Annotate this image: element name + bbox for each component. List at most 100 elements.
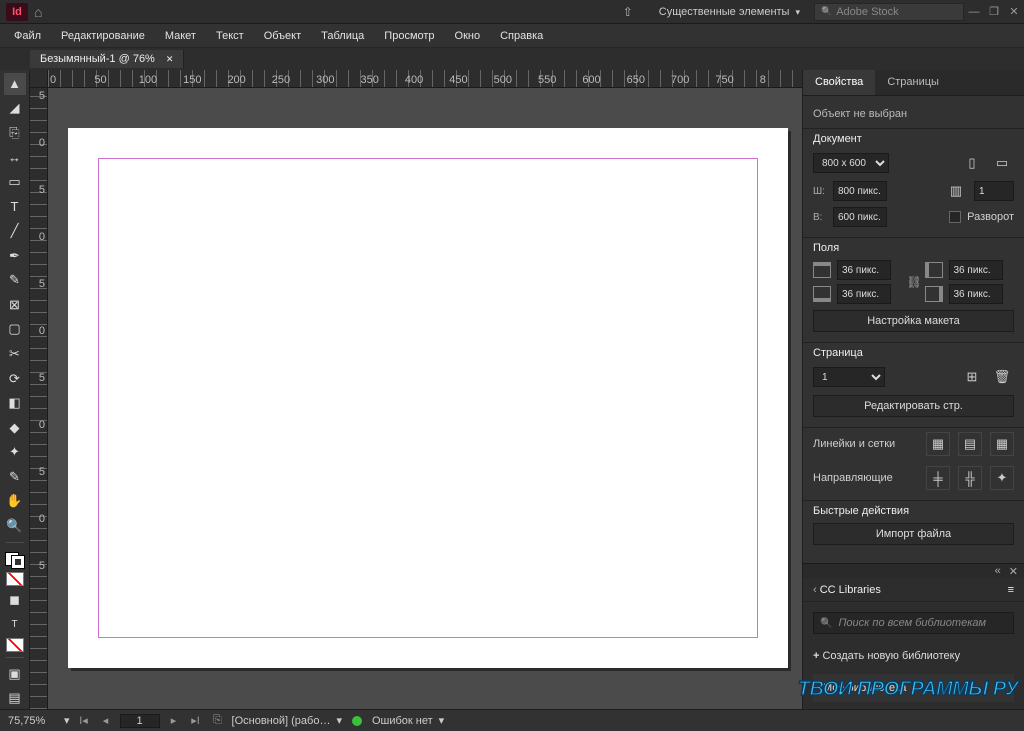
preflight-dropdown-icon[interactable]: ▾ — [439, 714, 445, 727]
fill-stroke-swatch[interactable] — [5, 552, 25, 570]
width-input[interactable] — [833, 181, 887, 201]
create-library-button[interactable]: Создать новую библиотеку — [803, 644, 1024, 668]
new-page-icon[interactable]: ⊞ — [960, 365, 984, 389]
margin-left-input[interactable] — [949, 260, 1003, 280]
margin-guide — [98, 158, 758, 638]
collapse-panel-icon[interactable]: « — [995, 565, 1001, 577]
close-icon[interactable]: ✕ — [1004, 5, 1024, 18]
scissors-tool-icon[interactable]: ✂ — [4, 343, 26, 365]
prev-page-icon[interactable]: ◂ — [98, 714, 114, 727]
menu-help[interactable]: Справка — [490, 24, 553, 48]
close-tab-icon[interactable]: ✕ — [166, 54, 174, 64]
restore-icon[interactable]: ❐ — [984, 5, 1004, 18]
facing-pages-checkbox[interactable] — [949, 211, 961, 223]
ruler-origin[interactable] — [30, 70, 48, 88]
adobe-stock-search-input[interactable]: Adobe Stock — [814, 3, 964, 21]
tab-pages[interactable]: Страницы — [875, 70, 951, 95]
menu-file[interactable]: Файл — [4, 24, 51, 48]
menu-text[interactable]: Текст — [206, 24, 254, 48]
margin-top-input[interactable] — [837, 260, 891, 280]
rulers-icon[interactable]: ▦ — [926, 432, 950, 456]
pages-count-input[interactable] — [974, 181, 1014, 201]
direct-selection-tool-icon[interactable]: ◢ — [4, 98, 26, 120]
formatting-container-icon[interactable]: ◼ — [4, 589, 26, 611]
master-dropdown-icon[interactable]: ▾ — [336, 714, 342, 727]
first-page-icon[interactable]: I◂ — [76, 714, 92, 727]
pen-tool-icon[interactable]: ✒ — [4, 245, 26, 267]
workspace-switcher[interactable]: Существенные элементы — [645, 6, 814, 18]
content-collector-icon[interactable]: ▭ — [4, 171, 26, 193]
type-tool-icon[interactable]: T — [4, 196, 26, 218]
zoom-tool-icon[interactable]: 🔍 — [4, 515, 26, 537]
document-grid-icon[interactable]: ▦ — [990, 432, 1014, 456]
gradient-swatch-tool-icon[interactable]: ◧ — [4, 392, 26, 414]
panel-menu-icon[interactable]: ≡ — [1008, 584, 1014, 596]
open-doc-icon[interactable]: ⎘ — [210, 714, 226, 727]
link-margins-icon[interactable]: ⛓ — [907, 275, 921, 289]
default-fill-stroke-icon[interactable] — [6, 572, 24, 586]
orientation-portrait-icon[interactable]: ▯ — [960, 151, 984, 175]
line-tool-icon[interactable]: ╱ — [4, 220, 26, 242]
view-options-icon[interactable]: ▤ — [4, 688, 26, 710]
pencil-tool-icon[interactable]: ✎ — [4, 270, 26, 292]
gradient-feather-tool-icon[interactable]: ◆ — [4, 417, 26, 439]
margin-right-input[interactable] — [949, 284, 1003, 304]
menu-window[interactable]: Окно — [445, 24, 491, 48]
hand-tool-icon[interactable]: ✋ — [4, 491, 26, 513]
next-page-icon[interactable]: ▸ — [166, 714, 182, 727]
menu-table[interactable]: Таблица — [311, 24, 374, 48]
cc-libraries-header[interactable]: CC Libraries ≡ — [803, 578, 1024, 602]
tab-properties[interactable]: Свойства — [803, 70, 875, 95]
library-item[interactable]: Моя библиотека — [813, 674, 1014, 702]
last-page-icon[interactable]: ▸I — [188, 714, 204, 727]
height-input[interactable] — [833, 207, 887, 227]
document-tab-label: Безымянный-1 @ 76% — [40, 53, 155, 65]
selection-tool-icon[interactable]: ▲ — [4, 73, 26, 95]
zoom-dropdown-icon[interactable]: ▾ — [64, 714, 70, 727]
lock-guides-icon[interactable]: ╬ — [958, 466, 982, 490]
menu-edit[interactable]: Редактирование — [51, 24, 155, 48]
share-icon[interactable]: ⇧ — [611, 5, 645, 19]
rectangle-tool-icon[interactable]: ▢ — [4, 319, 26, 341]
apply-none-icon[interactable] — [6, 638, 24, 652]
master-page-label[interactable]: [Основной] (рабо… — [232, 715, 331, 727]
screen-mode-icon[interactable]: ▣ — [4, 663, 26, 685]
preflight-status-icon[interactable] — [352, 716, 362, 726]
menu-view[interactable]: Просмотр — [374, 24, 444, 48]
horizontal-ruler[interactable]: 0501001502002503003504004505005506006507… — [48, 70, 802, 88]
show-guides-icon[interactable]: ╪ — [926, 466, 950, 490]
orientation-landscape-icon[interactable]: ▭ — [990, 151, 1014, 175]
page-number-field[interactable]: 1 — [120, 714, 160, 728]
page-preset-select[interactable]: 800 x 600 — [813, 153, 889, 173]
menu-object[interactable]: Объект — [254, 24, 311, 48]
layout-setup-button[interactable]: Настройка макета — [813, 310, 1014, 332]
edit-page-button[interactable]: Редактировать стр. — [813, 395, 1014, 417]
pasteboard[interactable] — [48, 88, 802, 709]
library-search-input[interactable]: Поиск по всем библиотекам — [813, 612, 1014, 634]
vertical-ruler[interactable]: 50505050505 — [30, 88, 48, 709]
smart-guides-icon[interactable]: ✦ — [990, 466, 1014, 490]
width-label: Ш: — [813, 186, 827, 197]
gap-tool-icon[interactable]: ↔ — [4, 147, 26, 169]
page-canvas[interactable] — [68, 128, 788, 668]
menu-layout[interactable]: Макет — [155, 24, 206, 48]
baseline-grid-icon[interactable]: ▤ — [958, 432, 982, 456]
minimize-icon[interactable]: — — [964, 6, 984, 18]
height-label: В: — [813, 212, 827, 223]
document-tab[interactable]: Безымянный-1 @ 76% ✕ — [30, 50, 184, 68]
close-panel-icon[interactable]: ✕ — [1009, 565, 1018, 578]
home-icon[interactable]: ⌂ — [34, 4, 42, 20]
import-file-button[interactable]: Импорт файла — [813, 523, 1014, 545]
zoom-level[interactable]: 75,75% — [8, 715, 58, 727]
margin-bottom-input[interactable] — [837, 284, 891, 304]
note-tool-icon[interactable]: ✦ — [4, 441, 26, 463]
tool-divider — [6, 542, 24, 543]
formatting-text-icon[interactable]: T — [4, 614, 26, 636]
page-number-select[interactable]: 1 — [813, 367, 885, 387]
rectangle-frame-tool-icon[interactable]: ⊠ — [4, 294, 26, 316]
delete-page-icon[interactable]: 🗑 — [990, 365, 1014, 389]
page-tool-icon[interactable]: ⎘ — [4, 122, 26, 144]
free-transform-tool-icon[interactable]: ⟳ — [4, 368, 26, 390]
rulers-grids-label: Линейки и сетки — [813, 438, 920, 450]
eyedropper-tool-icon[interactable]: ✎ — [4, 466, 26, 488]
